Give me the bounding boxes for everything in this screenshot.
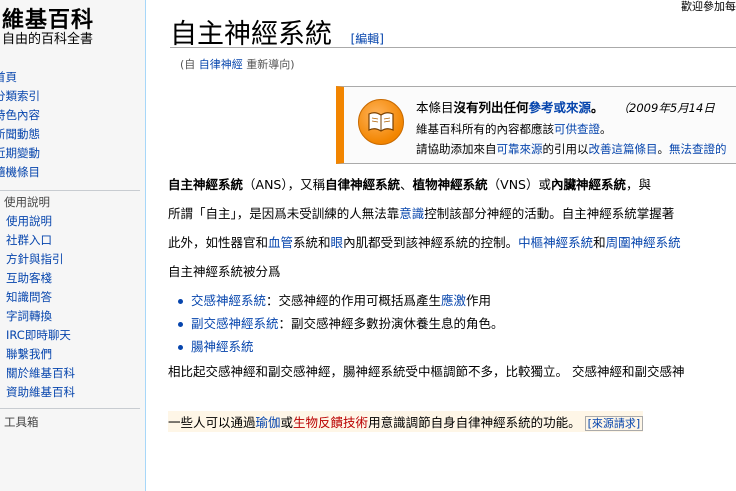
redirect-prefix: (自 [180,58,196,71]
list-item: 交感神經系統：交感神經的作用可概括爲產生應激作用 [178,290,491,309]
link-yoga[interactable]: 瑜伽 [256,415,281,430]
text: 、 [400,177,413,192]
bullet-icon [178,345,183,350]
help-usage[interactable]: 使用說明 [6,214,52,229]
help-word-conversion[interactable]: 字詞轉換 [6,309,52,324]
nav-recent-changes[interactable]: 近期變動 [0,146,40,161]
highlighted-paragraph: 一些人可以通過瑜伽或生物反饋技術用意識調節自身自律神經系統的功能。 [來源請求] [168,411,644,432]
improve-article-link[interactable]: 改善這篇條目 [589,142,658,156]
notice-line-1: 本條目沒有列出任何參考或來源。 （2009年5月14日 [416,97,715,116]
text: 內肌都受到該神經系統的控制。 [343,235,519,250]
nav-news[interactable]: 新聞動態 [0,127,40,142]
text: 所謂「自主」，是因爲未受訓練的人無法靠 [168,206,400,221]
book-icon [358,99,404,145]
bold-term: 植物神經系統 [412,177,488,192]
link-blood-vessel[interactable]: 血管 [268,235,293,250]
portal-divider [0,190,140,191]
link-parasympathetic[interactable]: 副交感神經系統 [191,316,279,331]
text: 此外，如性器官和 [168,235,269,250]
help-qa[interactable]: 知識問答 [6,290,52,305]
notice-period: 。 [591,100,604,115]
link-consciousness[interactable]: 意識 [399,206,424,221]
bold-term: 自律神經系統 [325,177,401,192]
text: 或 [280,415,294,430]
bullet-icon [178,299,183,304]
link-biofeedback[interactable]: 生物反饋技術 [293,415,368,430]
text: ：交感神經的作用可概括爲產生 [266,293,442,308]
nav-category-index[interactable]: 分類索引 [0,89,40,104]
help-policies[interactable]: 方針與指引 [6,252,64,267]
text: （ANS），又稱 [243,177,326,192]
portal-heading-help: 使用說明 [4,195,50,209]
citation-needed[interactable]: [來源請求] [584,416,644,431]
help-community-portal[interactable]: 社群入口 [6,233,52,248]
bold-term: 自主神經系統 [168,177,244,192]
link-enteric[interactable]: 腸神經系統 [191,339,254,354]
page-title-text: 自主神經系統 [170,19,332,50]
nav-featured[interactable]: 特色內容 [0,108,40,123]
toolbox-divider [0,408,140,409]
notice-line-2: 維基百科所有的內容都應該可供查證。 [416,121,612,137]
nav-main-page[interactable]: 首頁 [0,70,17,85]
link-pns[interactable]: 周圍神經系統 [606,235,681,250]
title-divider [170,47,736,48]
references-link[interactable]: 參考或來源 [529,100,592,115]
text: 和 [593,235,606,250]
link-cns[interactable]: 中樞神經系統 [518,235,593,250]
help-about[interactable]: 關於維基百科 [6,366,75,381]
list-item: 副交感神經系統：副交感神經多數扮演休養生息的角色。 [178,313,504,332]
list-item: 腸神經系統 [178,336,254,355]
bullet-icon [178,322,183,327]
link-sympathetic[interactable]: 交感神經系統 [191,293,266,308]
redirect-link[interactable]: 自律神經 [199,58,243,71]
text: 控制該部分神經的活動。自主神經系統掌握著 [424,206,675,221]
redirect-suffix: 重新導向) [246,58,295,71]
paragraph-3: 此外，如性器官和血管系統和眼內肌都受到該神經系統的控制。中樞神經系統和周圍神經系… [168,234,681,252]
notice-text: 本條目 [416,100,454,115]
toolbox-heading[interactable]: 工具箱 [4,414,39,430]
paragraph-5: 相比起交感神經和副交感神經，腸神經系統受中樞調節不多，比較獨立。 交感神經和副交… [168,364,685,379]
notice-text: 。 [657,142,670,156]
text: 作用 [466,293,492,308]
text: 系統和 [293,235,331,250]
bold-term: 內臟神經系統 [551,177,627,192]
help-contact[interactable]: 聯繫我們 [6,347,52,362]
text: （VNS）或 [487,177,551,192]
unreferenced-notice-box: 本條目沒有列出任何參考或來源。 （2009年5月14日 維基百科所有的內容都應該… [336,86,736,164]
page-title: 自主神經系統 [編輯] [170,12,384,51]
paragraph-4: 自主神經系統被分爲 [168,264,281,279]
edit-link[interactable]: [編輯] [351,32,384,46]
notice-text: 的引用以 [542,142,589,156]
reliable-sources-link[interactable]: 可靠來源 [497,142,543,156]
help-donate[interactable]: 資助維基百科 [6,385,75,400]
unverifiable-link[interactable]: 無法查證的 [669,142,727,156]
verifiability-link[interactable]: 可供查證 [554,122,600,136]
help-irc[interactable]: IRC即時聊天 [6,328,71,343]
text: ，與 [626,177,652,192]
paragraph-2: 所謂「自主」，是因爲未受訓練的人無法靠意識控制該部分神經的活動。自主神經系統掌握… [168,205,674,223]
notice-line-3: 請協助添加來自可靠來源的引用以改善這篇條目。無法查證的 [416,141,727,157]
welcome-message: 歡迎參加每 [681,0,736,13]
nav-random-article[interactable]: 隨機條目 [0,165,40,180]
notice-date: （2009年5月14日 [617,101,715,115]
link-stress[interactable]: 應激 [441,293,466,308]
logo-subtitle: 自由的百科全書 [2,32,94,47]
notice-bold: 沒有列出任何 [453,100,529,115]
paragraph-1: 自主神經系統（ANS），又稱自律神經系統、植物神經系統（VNS）或內臟神經系統，… [168,176,651,194]
help-village-pump[interactable]: 互助客棧 [6,271,52,286]
link-eye[interactable]: 眼 [331,235,344,250]
redirect-notice: (自 自律神經 重新導向) [180,56,295,72]
text: 用意識調節自身自律神經系統的功能。 [368,415,581,430]
text: ：副交感神經多數扮演休養生息的角色。 [278,316,504,331]
notice-text: 請協助添加來自 [416,142,497,156]
notice-text: 維基百科所有的內容都應該 [416,122,554,136]
text: 一些人可以通過 [168,415,256,430]
notice-text: 。 [600,122,612,136]
sidebar: 維基百科 自由的百科全書 首頁 分類索引 特色內容 新聞動態 近期變動 隨機條目… [0,0,146,491]
